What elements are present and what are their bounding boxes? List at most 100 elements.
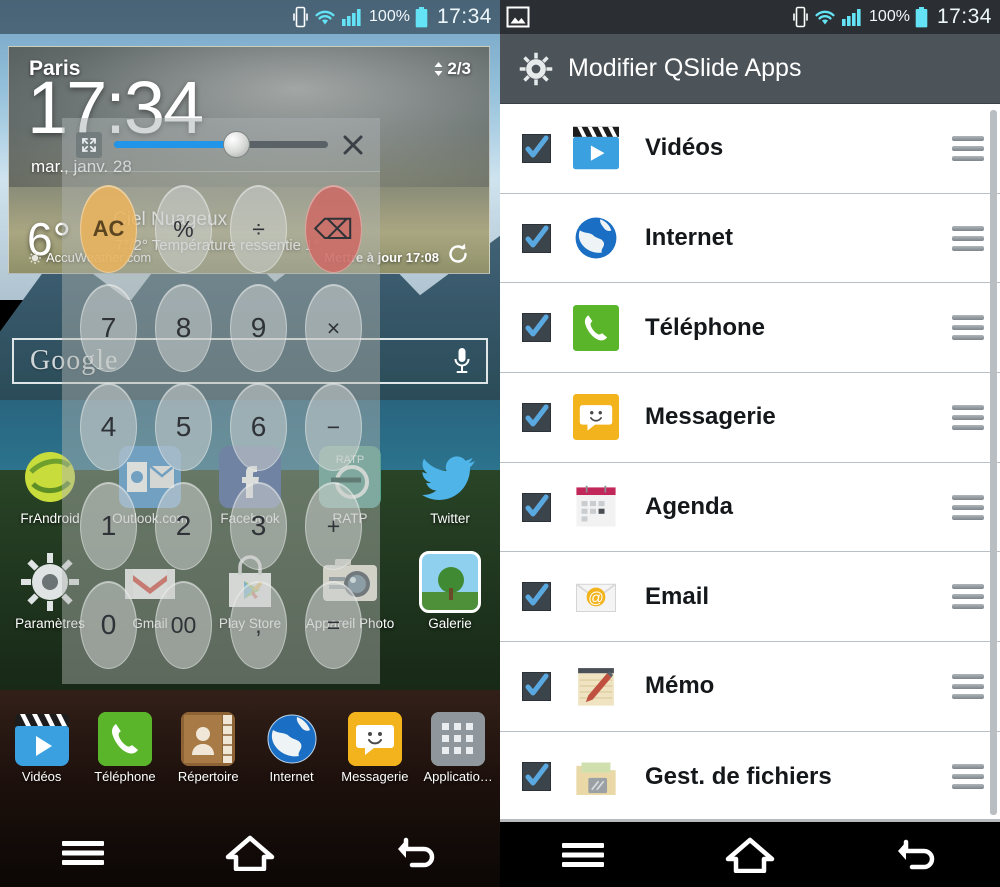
transparency-slider[interactable] (114, 131, 328, 158)
messaging-icon (573, 394, 619, 441)
calc-key-00[interactable]: 00 (155, 581, 212, 669)
menu-button[interactable] (38, 825, 128, 881)
status-bar-clock: 17:34 (936, 5, 992, 28)
qslide-calculator-window[interactable]: AC% ÷ ⌫ 7 8 9 × 4 5 6− 1 2 3 +0 00, = (62, 118, 380, 684)
app-icon-twitter[interactable]: Twitter (400, 440, 500, 527)
app-list-label: Gest. de fichiers (645, 762, 832, 790)
dock-item-phone[interactable]: Téléphone (83, 712, 166, 784)
calc-key-8[interactable]: 8 (155, 284, 212, 372)
calc-key-[interactable]: , (230, 581, 287, 669)
calc-key-3[interactable]: 3 (230, 482, 287, 570)
calc-key-9[interactable]: 9 (230, 284, 287, 372)
calculator-keypad: AC% ÷ ⌫ 7 8 9 × 4 5 6− 1 2 3 +0 00, = (62, 172, 380, 684)
home-screen-panel: 100% 17:34 Paris 2/3 17:34 mar., janv. 2… (0, 0, 500, 887)
checkbox-m-mo[interactable] (522, 671, 551, 701)
checkbox-internet[interactable] (522, 223, 551, 253)
dock-label: Répertoire (177, 769, 239, 784)
status-bar[interactable]: 100% 17:34 (0, 0, 500, 34)
drag-handle-icon[interactable] (952, 673, 984, 699)
scrollbar[interactable] (990, 110, 997, 815)
app-list-label: Mémo (645, 672, 715, 700)
qslide-title-bar[interactable] (62, 118, 380, 172)
app-list-row[interactable]: Messagerie (500, 373, 1000, 463)
checkbox-agenda[interactable] (522, 492, 551, 522)
app-icon-gallery[interactable]: Galerie (400, 545, 500, 632)
phone-icon (97, 712, 152, 766)
calc-key-6[interactable]: 6 (230, 383, 287, 471)
app-list-row[interactable]: Internet (500, 193, 1000, 284)
back-button[interactable] (872, 827, 962, 883)
app-list-row[interactable]: Vidéos (500, 104, 1000, 194)
drag-handle-icon[interactable] (952, 764, 984, 790)
videos-icon (573, 125, 619, 171)
checkbox-t-l-phone[interactable] (522, 313, 551, 343)
calc-key-[interactable]: ⌫ (305, 185, 362, 273)
phone-icon (573, 304, 619, 351)
dock-item-apps[interactable]: Applicatio… (416, 712, 499, 784)
calc-key-0[interactable]: 0 (80, 581, 137, 669)
refresh-icon[interactable] (443, 239, 473, 269)
calc-key-[interactable]: % (155, 185, 212, 273)
qslide-apps-list[interactable]: Vidéos Internet Téléphone Messagerie Agenda @… (500, 104, 1000, 819)
app-list-label: Email (645, 582, 710, 610)
calc-key-7[interactable]: 7 (80, 284, 137, 372)
microphone-icon[interactable] (452, 346, 472, 376)
menu-button[interactable] (538, 827, 628, 883)
expand-icon[interactable] (76, 131, 102, 158)
globe-icon (573, 215, 619, 261)
dock-item-contacts[interactable]: Répertoire (167, 712, 250, 784)
calc-key-[interactable]: − (305, 383, 362, 471)
drag-handle-icon[interactable] (952, 584, 984, 610)
home-button[interactable] (705, 827, 795, 883)
twitter-icon (419, 446, 481, 508)
calc-key-[interactable]: × (305, 284, 362, 372)
close-icon[interactable] (340, 132, 366, 158)
signal-icon (842, 8, 864, 26)
widget-pager-label: 2/3 (447, 59, 471, 78)
messaging-icon (347, 712, 402, 766)
calc-key-[interactable]: + (305, 482, 362, 570)
widget-pager[interactable]: 2/3 (432, 59, 471, 79)
gallery-icon (419, 550, 481, 613)
app-drawer-icon (431, 712, 486, 766)
home-button[interactable] (205, 825, 295, 881)
battery-percent: 100% (869, 8, 910, 25)
dock-label: Téléphone (94, 769, 156, 784)
app-list-row[interactable]: Mémo (500, 642, 1000, 732)
app-label: Twitter (430, 511, 470, 526)
calc-key-2[interactable]: 2 (155, 482, 212, 570)
memo-icon (573, 663, 619, 709)
dock-item-videos[interactable]: Vidéos (0, 712, 83, 784)
calc-key-4[interactable]: 4 (80, 383, 137, 471)
calc-key-[interactable]: = (305, 581, 362, 669)
checkbox-vid-os[interactable] (522, 133, 551, 163)
status-bar[interactable]: 100% 17:34 (500, 0, 1000, 34)
drag-handle-icon[interactable] (952, 404, 984, 430)
dock-item-messaging[interactable]: Messagerie (333, 712, 416, 784)
app-list-label: Agenda (645, 493, 734, 521)
app-list-row[interactable]: Gest. de fichiers (500, 731, 1000, 819)
app-list-row[interactable]: Agenda (500, 462, 1000, 553)
calc-key-[interactable]: ÷ (230, 185, 287, 273)
file-manager-icon (573, 754, 619, 800)
checkbox-messagerie[interactable] (522, 402, 551, 432)
calc-key-5[interactable]: 5 (155, 383, 212, 471)
drag-handle-icon[interactable] (952, 315, 984, 341)
calc-key-1[interactable]: 1 (80, 482, 137, 570)
app-list-row[interactable]: Téléphone (500, 283, 1000, 374)
calc-key-AC[interactable]: AC (80, 185, 137, 273)
slider-knob[interactable] (223, 131, 251, 158)
drag-handle-icon[interactable] (952, 494, 984, 520)
drag-handle-icon[interactable] (952, 135, 984, 161)
vibrate-icon (293, 6, 308, 28)
back-button[interactable] (372, 825, 462, 881)
checkbox-gest-de-fichiers[interactable] (522, 762, 551, 792)
drag-handle-icon[interactable] (952, 225, 984, 251)
checkbox-email[interactable] (522, 582, 551, 612)
accuweather-logo-icon (29, 251, 41, 264)
app-list-label: Vidéos (645, 134, 724, 162)
battery-icon (415, 6, 428, 28)
app-list-row[interactable]: @ Email (500, 552, 1000, 643)
calculator-grid: AC% ÷ ⌫ 7 8 9 × 4 5 6− 1 2 3 +0 00, = (74, 182, 368, 672)
dock-item-internet[interactable]: Internet (250, 712, 333, 784)
